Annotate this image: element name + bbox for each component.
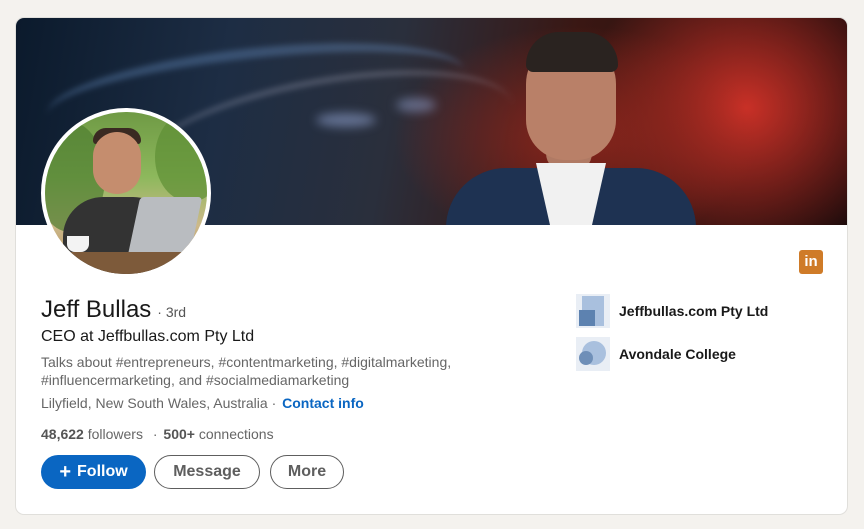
linkedin-premium-icon: in	[799, 250, 823, 274]
profile-headline: CEO at Jeffbullas.com Pty Ltd	[41, 328, 255, 345]
more-button[interactable]: More	[270, 455, 344, 489]
stats-separator: ·	[152, 426, 158, 442]
company-link[interactable]: Jeffbullas.com Pty Ltd	[576, 294, 768, 328]
followers-count: 48,622	[41, 426, 84, 442]
contact-info-link[interactable]: Contact info	[282, 395, 364, 411]
connections-count[interactable]: 500+	[163, 426, 195, 442]
banner-person-image	[446, 18, 706, 225]
location-row: Lilyfield, New South Wales, Australia · …	[41, 395, 364, 411]
follow-button[interactable]: + Follow	[41, 455, 146, 489]
profile-card: in Jeff Bullas · 3rd CEO at Jeffbullas.c…	[16, 18, 847, 514]
plus-icon: +	[59, 461, 72, 483]
school-logo-icon	[576, 337, 610, 371]
company-name: Jeffbullas.com Pty Ltd	[619, 303, 769, 319]
connection-degree: · 3rd	[157, 304, 187, 320]
profile-location: Lilyfield, New South Wales, Australia ·	[41, 395, 277, 411]
followers-label: followers	[87, 426, 143, 442]
message-button[interactable]: Message	[154, 455, 260, 489]
profile-name: Jeff Bullas	[41, 296, 152, 323]
talks-about: Talks about #entrepreneurs, #contentmark…	[41, 354, 452, 388]
network-stats: 48,622 followers · 500+ connections	[41, 426, 274, 442]
name-row: Jeff Bullas · 3rd	[41, 296, 186, 324]
school-name: Avondale College	[619, 346, 736, 362]
follow-label: Follow	[77, 463, 128, 480]
profile-avatar[interactable]	[41, 108, 211, 278]
connections-label[interactable]: connections	[199, 426, 274, 442]
education-link[interactable]: Avondale College	[576, 337, 736, 371]
company-logo-icon	[576, 294, 610, 328]
